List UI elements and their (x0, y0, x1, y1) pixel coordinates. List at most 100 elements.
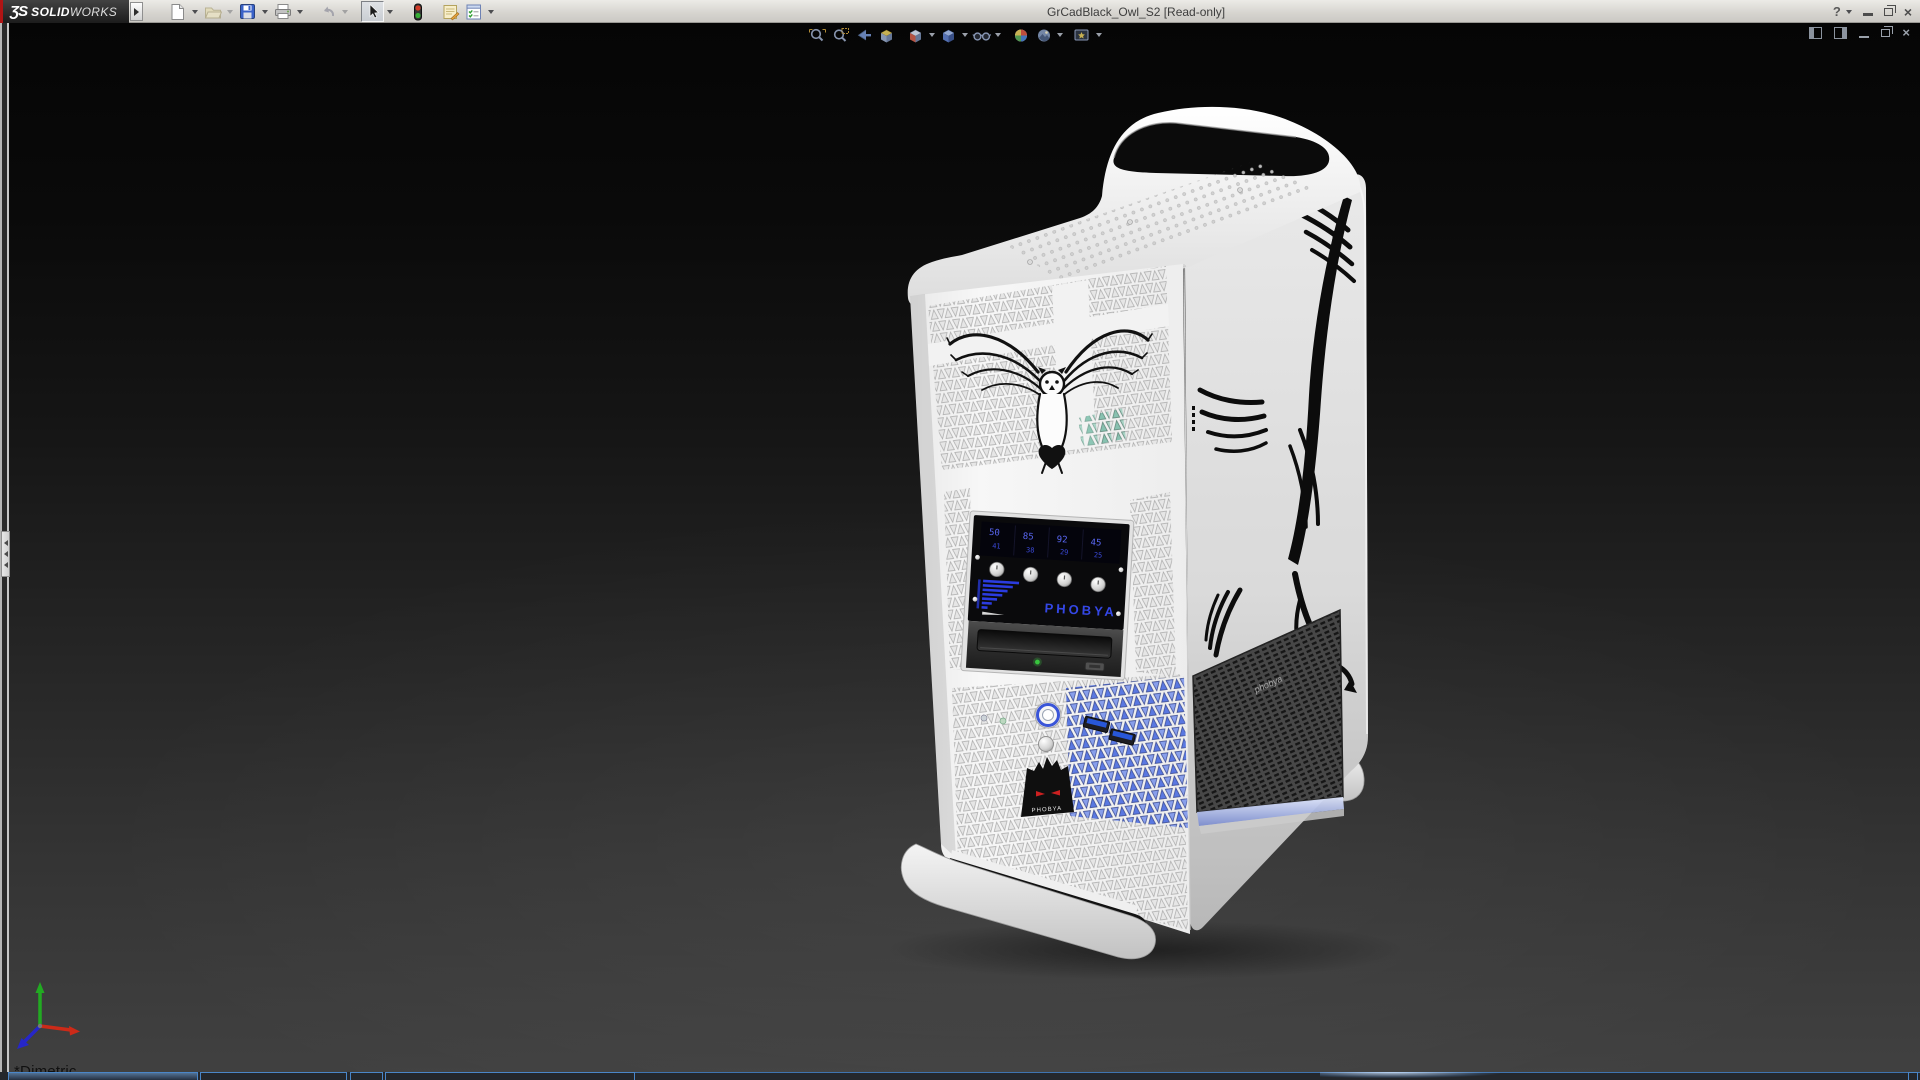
dvd-drive[interactable] (966, 621, 1124, 677)
front-mesh-blue-lit (1066, 676, 1188, 828)
taskbar-button[interactable] (350, 1072, 383, 1080)
open-dropdown[interactable] (224, 1, 236, 22)
pane-right-button[interactable] (1834, 27, 1847, 39)
brand-solid: SOLID (31, 5, 70, 19)
close-button[interactable]: × (1904, 5, 1912, 19)
previous-view-icon (854, 27, 873, 44)
select-tool-button[interactable] (361, 1, 384, 22)
view-orientation-dropdown[interactable] (927, 25, 937, 45)
print-icon (274, 3, 292, 20)
rebuild-stoplight-icon (411, 3, 425, 21)
gauge-4-top: 45 (1090, 538, 1101, 549)
display-style-icon (939, 27, 958, 44)
print-button[interactable] (271, 1, 294, 22)
select-cursor-icon (365, 3, 381, 20)
print-dropdown[interactable] (294, 1, 306, 22)
top-screw (1238, 188, 1243, 193)
doc-restore-button[interactable] (1881, 29, 1890, 37)
open-button[interactable] (201, 1, 224, 22)
restore-button[interactable] (1884, 8, 1893, 16)
expand-arrow-icon (4, 551, 8, 557)
doc-minimize-button[interactable] (1859, 36, 1869, 38)
gauge-2-top: 85 (1022, 532, 1033, 543)
flyout-arrow-icon (134, 8, 139, 16)
apply-scene-button[interactable] (1032, 25, 1055, 45)
new-document-icon (169, 3, 186, 21)
new-document-button[interactable] (166, 1, 189, 22)
menu-flyout-button[interactable] (130, 2, 143, 21)
taskbar-button[interactable] (200, 1072, 347, 1080)
pc-case-model[interactable]: phobya (885, 107, 1405, 980)
save-dropdown[interactable] (259, 1, 271, 22)
view-settings-button[interactable] (1071, 25, 1094, 45)
file-properties-button[interactable] (439, 1, 462, 22)
reset-button[interactable] (1039, 737, 1054, 752)
document-window-controls: × (1809, 27, 1910, 39)
hide-show-items-icon (972, 27, 992, 44)
main-toolbar (166, 0, 497, 23)
window-edge-accent (0, 0, 3, 23)
expand-arrow-icon (4, 540, 8, 546)
new-document-dropdown[interactable] (189, 1, 201, 22)
minimize-button[interactable] (1863, 13, 1873, 16)
front-mesh-right-column (1130, 492, 1176, 676)
undo-icon (319, 3, 337, 20)
fan-controller-bay[interactable]: 50 41 85 38 92 29 45 25 (961, 511, 1134, 680)
save-button[interactable] (236, 1, 259, 22)
hdd-led (981, 715, 987, 721)
help-dropdown[interactable] (1846, 10, 1852, 14)
save-icon (239, 3, 256, 20)
apply-scene-icon (1035, 27, 1053, 44)
view-settings-dropdown[interactable] (1094, 25, 1104, 45)
solidworks-logo-mark: ƷS (10, 3, 27, 20)
undo-dropdown[interactable] (339, 1, 351, 22)
feature-manager-expand-tab[interactable] (1, 531, 10, 577)
select-tool-dropdown[interactable] (384, 1, 396, 22)
zoom-to-fit-icon (808, 27, 827, 44)
taskbar-glow (1320, 1072, 1500, 1078)
file-properties-icon (442, 3, 460, 21)
hide-show-items-button[interactable] (970, 25, 993, 45)
view-orientation-button[interactable] (904, 25, 927, 45)
options-checklist-icon (465, 3, 483, 21)
gauge-1-top: 50 (989, 528, 1000, 539)
pane-left-button[interactable] (1809, 27, 1822, 39)
hide-show-items-dropdown[interactable] (993, 25, 1003, 45)
document-title: GrCadBlack_Owl_S2 [Read-only] (1047, 5, 1225, 19)
graphics-viewport[interactable]: × (0, 23, 1920, 1080)
zoom-to-fit-button[interactable] (806, 25, 829, 45)
top-screw (1028, 260, 1033, 265)
taskbar-button[interactable] (1908, 1072, 1918, 1080)
title-bar: ƷS SOLIDWORKS (0, 0, 1920, 23)
power-led (1000, 718, 1006, 724)
knob-2[interactable] (1023, 567, 1038, 582)
section-view-button[interactable] (875, 25, 898, 45)
taskbar-top-edge (520, 1072, 1920, 1073)
zoom-to-area-button[interactable] (829, 25, 852, 45)
top-screw (1128, 220, 1133, 225)
display-style-button[interactable] (937, 25, 960, 45)
previous-view-button[interactable] (852, 25, 875, 45)
options-button[interactable] (462, 1, 485, 22)
help-button[interactable]: ? (1833, 4, 1841, 19)
solidworks-logo: ƷS SOLIDWORKS (0, 0, 129, 23)
options-dropdown[interactable] (485, 1, 497, 22)
gauge-4-bottom: 25 (1094, 551, 1103, 559)
taskbar-button-active[interactable] (8, 1072, 198, 1080)
brand-works: WORKS (70, 5, 117, 19)
undo-button[interactable] (316, 1, 339, 22)
edit-appearance-button[interactable] (1009, 25, 1032, 45)
edit-appearance-icon (1012, 27, 1030, 44)
rebuild-button[interactable] (406, 1, 429, 22)
model-canvas[interactable]: phobya (0, 23, 1920, 1080)
gauge-3-bottom: 29 (1060, 548, 1069, 556)
open-icon (204, 3, 222, 20)
taskbar-button[interactable] (385, 1072, 635, 1080)
doc-close-button[interactable]: × (1902, 27, 1910, 39)
gauge-2-bottom: 38 (1026, 546, 1035, 554)
apply-scene-dropdown[interactable] (1055, 25, 1065, 45)
app-window-controls: ? × (1833, 0, 1912, 23)
gauge-3-top: 92 (1056, 535, 1067, 546)
heads-up-view-toolbar (806, 25, 1104, 45)
display-style-dropdown[interactable] (960, 25, 970, 45)
